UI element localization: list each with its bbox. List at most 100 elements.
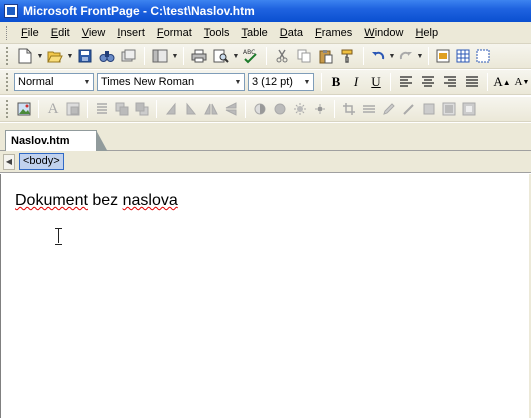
toolbar-separator — [321, 73, 322, 91]
menu-edit[interactable]: Edit — [45, 24, 76, 42]
line-style-icon[interactable] — [359, 98, 379, 120]
flip-horizontal-icon[interactable] — [201, 98, 221, 120]
tab-label: Naslov.htm — [11, 135, 70, 147]
redo-dropdown-icon[interactable]: ▼ — [416, 45, 424, 67]
open-icon[interactable] — [44, 45, 66, 67]
crop-icon[interactable] — [339, 98, 359, 120]
menu-help[interactable]: Help — [409, 24, 444, 42]
font-select[interactable]: Times New Roman ▼ — [97, 73, 245, 91]
toolbar-separator — [390, 73, 391, 91]
cut-icon[interactable] — [271, 45, 293, 67]
spelling-icon[interactable]: ABC — [240, 45, 262, 67]
toggle-pane-dropdown-icon[interactable]: ▼ — [171, 45, 179, 67]
svg-text:ABC: ABC — [243, 49, 255, 56]
menu-view[interactable]: View — [76, 24, 112, 42]
style-select-value: Normal — [18, 76, 54, 88]
toolbar-separator — [245, 100, 246, 118]
menu-insert[interactable]: Insert — [111, 24, 151, 42]
insert-table-icon[interactable] — [453, 45, 473, 67]
heading-word: bez — [87, 192, 123, 209]
menu-format[interactable]: Format — [151, 24, 198, 42]
frontpage-app-icon[interactable] — [4, 4, 18, 18]
menu-window[interactable]: Window — [358, 24, 409, 42]
menu-table[interactable]: Table — [235, 24, 273, 42]
menu-data[interactable]: Data — [274, 24, 309, 42]
page-editor[interactable]: Dokument bez naslova — [0, 174, 531, 418]
format-picture-icon[interactable] — [379, 98, 399, 120]
send-backward-icon[interactable] — [132, 98, 152, 120]
format-painter-icon[interactable] — [337, 45, 359, 67]
copy-icon[interactable] — [293, 45, 315, 67]
new-page-icon[interactable] — [14, 45, 36, 67]
menubar-grip[interactable] — [6, 25, 9, 40]
formatting-toolbar: Normal ▼ Times New Roman ▼ 3 (12 pt) ▼ B… — [0, 70, 531, 95]
set-transparent-color-icon[interactable] — [399, 98, 419, 120]
chevron-left-icon[interactable]: ◀ — [3, 153, 15, 170]
position-absolute-icon[interactable] — [92, 98, 112, 120]
underline-button[interactable]: U — [366, 71, 386, 93]
paste-icon[interactable] — [315, 45, 337, 67]
quick-tag-body[interactable]: <body> — [19, 153, 64, 170]
preview-icon[interactable] — [210, 45, 232, 67]
insert-layer-icon[interactable] — [473, 45, 493, 67]
window-title: Microsoft FrontPage - C:\test\Naslov.htm — [23, 4, 255, 18]
web-component-icon[interactable] — [433, 45, 453, 67]
grow-font-button[interactable]: A ▲ — [492, 71, 512, 93]
italic-button[interactable]: I — [346, 71, 366, 93]
quick-tag-selector: ◀ <body> — [0, 151, 531, 173]
tab-naslov-htm[interactable]: Naslov.htm — [5, 130, 108, 152]
chevron-down-icon[interactable]: ▼ — [232, 79, 244, 86]
document-heading[interactable]: Dokument bez naslova — [15, 192, 178, 210]
undo-dropdown-icon[interactable]: ▼ — [388, 45, 396, 67]
toolbar-separator — [266, 47, 267, 65]
publish-icon[interactable] — [118, 45, 140, 67]
insert-picture-icon[interactable] — [14, 98, 34, 120]
auto-thumbnail-icon[interactable] — [63, 98, 83, 120]
title-bar: Microsoft FrontPage - C:\test\Naslov.htm — [0, 0, 531, 22]
align-right-icon[interactable] — [439, 71, 461, 93]
flip-vertical-icon[interactable] — [221, 98, 241, 120]
bevel-icon[interactable] — [439, 98, 459, 120]
toolbar-grip[interactable] — [6, 100, 10, 118]
menu-frames[interactable]: Frames — [309, 24, 358, 42]
toolbar-separator — [156, 100, 157, 118]
less-brightness-icon[interactable] — [310, 98, 330, 120]
menu-tools[interactable]: Tools — [198, 24, 236, 42]
more-contrast-icon[interactable] — [250, 98, 270, 120]
less-contrast-icon[interactable] — [270, 98, 290, 120]
align-left-icon[interactable] — [395, 71, 417, 93]
rotate-right-icon[interactable] — [181, 98, 201, 120]
rotate-left-icon[interactable] — [161, 98, 181, 120]
save-icon[interactable] — [74, 45, 96, 67]
font-size-select[interactable]: 3 (12 pt) ▼ — [248, 73, 314, 91]
redo-icon[interactable] — [396, 45, 416, 67]
resample-icon[interactable] — [459, 98, 479, 120]
toolbar-grip[interactable] — [6, 47, 10, 65]
open-dropdown-icon[interactable]: ▼ — [66, 45, 74, 67]
text-icon[interactable]: A — [43, 98, 63, 120]
style-select[interactable]: Normal ▼ — [14, 73, 94, 91]
color-icon[interactable] — [419, 98, 439, 120]
toolbar-grip[interactable] — [6, 73, 10, 91]
font-size-select-value: 3 (12 pt) — [252, 76, 293, 88]
toolbar-separator — [334, 100, 335, 118]
shrink-font-button[interactable]: A ▼ — [512, 71, 531, 93]
chevron-down-icon[interactable]: ▼ — [301, 79, 313, 86]
bring-forward-icon[interactable] — [112, 98, 132, 120]
preview-dropdown-icon[interactable]: ▼ — [232, 45, 240, 67]
justify-icon[interactable] — [461, 71, 483, 93]
new-dropdown-icon[interactable]: ▼ — [36, 45, 44, 67]
arrow-down-icon: ▼ — [522, 78, 530, 86]
align-center-icon[interactable] — [417, 71, 439, 93]
bold-button[interactable]: B — [326, 71, 346, 93]
document-tab-strip: Naslov.htm — [0, 123, 531, 152]
toggle-pane-icon[interactable] — [149, 45, 171, 67]
menu-file[interactable]: File — [15, 24, 45, 42]
standard-toolbar: ▼ ▼ ▼ ▼ ABC ▼ ▼ — [0, 44, 531, 69]
toolbar-separator — [38, 100, 39, 118]
undo-icon[interactable] — [368, 45, 388, 67]
search-icon[interactable] — [96, 45, 118, 67]
print-icon[interactable] — [188, 45, 210, 67]
chevron-down-icon[interactable]: ▼ — [81, 79, 93, 86]
more-brightness-icon[interactable] — [290, 98, 310, 120]
